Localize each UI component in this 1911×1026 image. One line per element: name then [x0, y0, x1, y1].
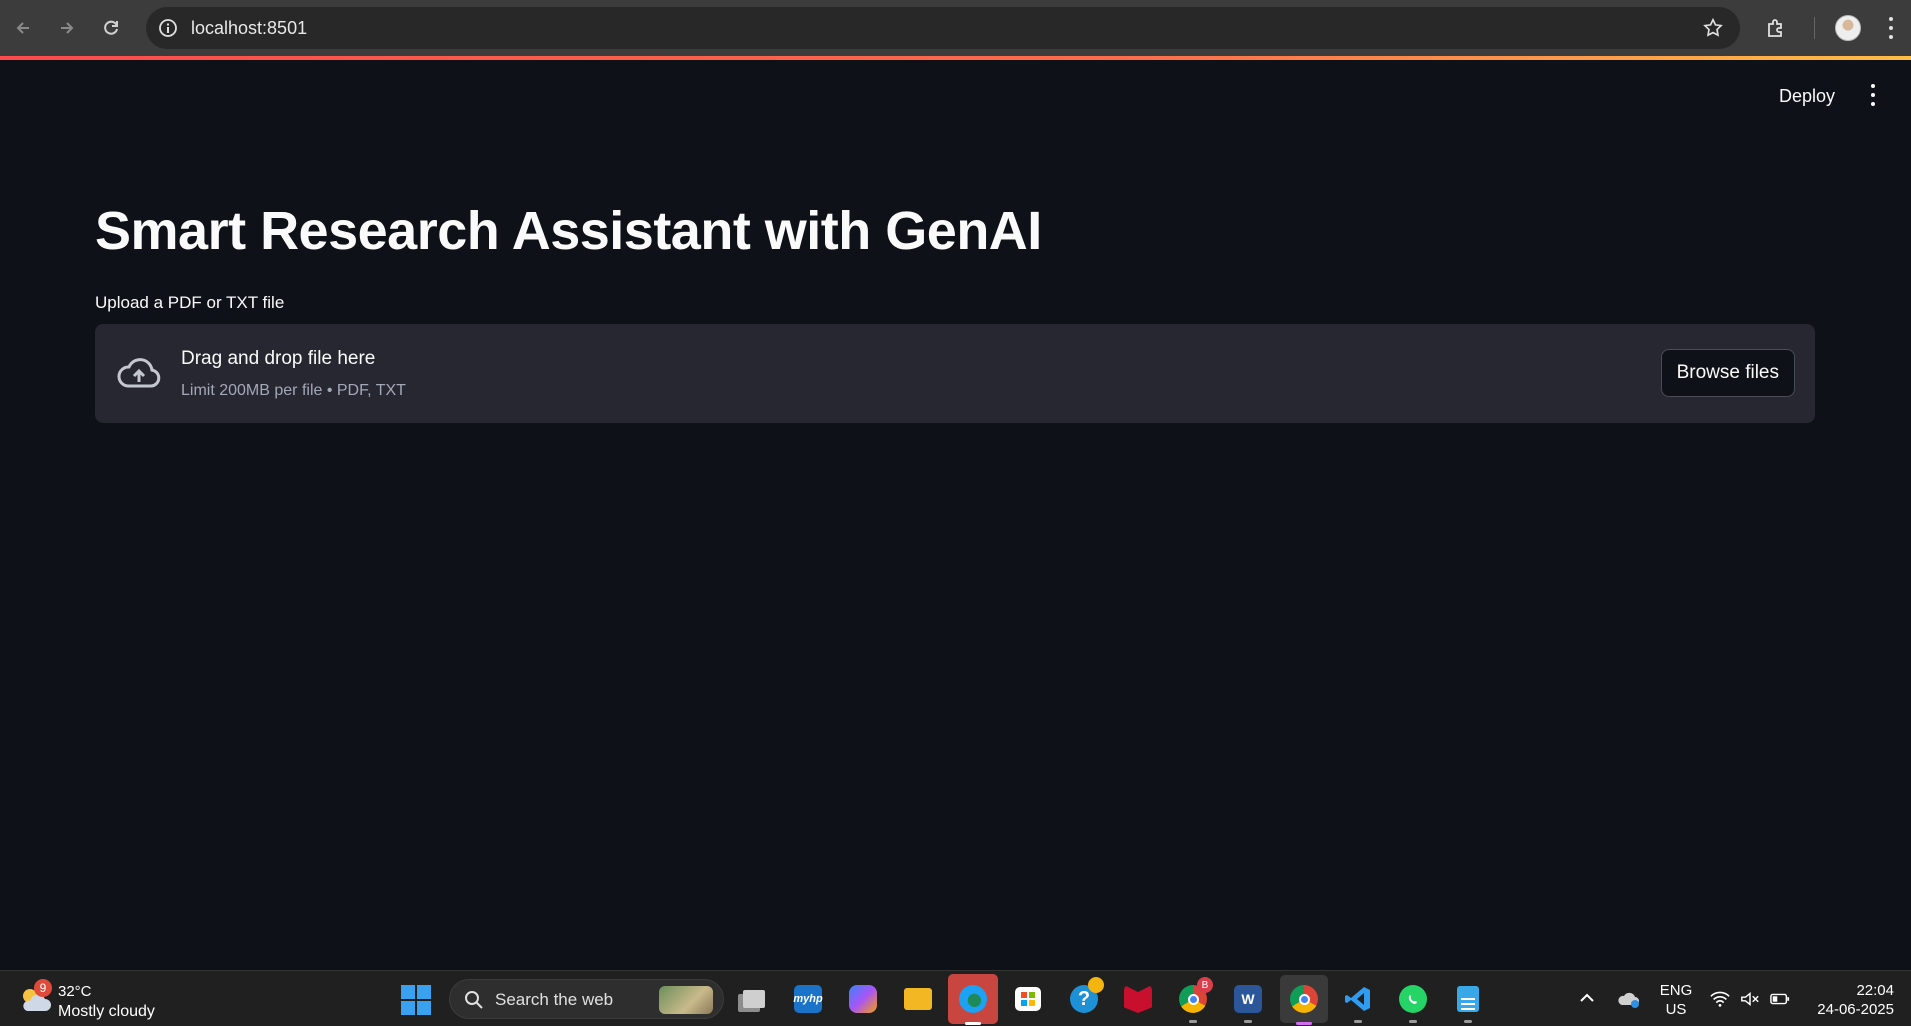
app-status-bar: [0, 56, 1911, 60]
windows-logo-icon: [401, 985, 415, 999]
copilot-icon: [849, 985, 877, 1013]
taskbar-app-copilot[interactable]: [845, 981, 881, 1017]
taskbar-app-task-view[interactable]: [736, 981, 772, 1017]
wifi-icon: [1710, 991, 1730, 1007]
taskbar-app-mcafee[interactable]: [1120, 981, 1156, 1017]
cloud-icon: [1618, 992, 1639, 1008]
search-icon: [465, 991, 483, 1009]
weather-widget[interactable]: 9 32°C Mostly cloudy: [18, 979, 218, 1021]
more-vert-icon: [1871, 84, 1875, 88]
page-title: Smart Research Assistant with GenAI: [95, 201, 1042, 261]
taskbar-app-store[interactable]: [1010, 981, 1046, 1017]
file-dropzone[interactable]: Drag and drop file here Limit 200MB per …: [95, 324, 1815, 423]
arrow-left-icon: [16, 22, 29, 34]
whatsapp-icon: [1399, 985, 1427, 1013]
taskbar-app-file-explorer[interactable]: [900, 981, 936, 1017]
onedrive-tray-icon[interactable]: [1616, 989, 1640, 1009]
chevron-up-icon: [1580, 993, 1594, 1002]
bookmark-star-icon[interactable]: [1702, 17, 1724, 39]
cloud-upload-icon: [117, 358, 161, 388]
forward-button[interactable]: [52, 13, 82, 43]
taskbar-app-chrome-profile[interactable]: B: [1175, 977, 1213, 1023]
taskbar: 9 32°C Mostly cloudy Search the web myhp: [0, 970, 1911, 1026]
site-info-icon[interactable]: [157, 17, 179, 39]
myhp-icon: myhp: [793, 985, 823, 1013]
windows-logo-pane: [401, 1001, 415, 1015]
weather-alert-badge: 9: [34, 979, 52, 997]
arrow-right-icon: [61, 22, 74, 34]
back-button[interactable]: [8, 13, 38, 43]
reload-icon: [104, 20, 118, 35]
extensions-button[interactable]: [1758, 10, 1794, 46]
search-highlight-image: [659, 986, 713, 1014]
profile-badge: B: [1197, 977, 1213, 993]
start-button[interactable]: [401, 985, 431, 1015]
uploader-label: Upload a PDF or TXT file: [95, 293, 285, 312]
running-indicator: [1354, 1020, 1362, 1023]
word-icon: W: [1234, 985, 1262, 1013]
chrome-icon: [1290, 985, 1318, 1013]
active-indicator: [1296, 1022, 1312, 1025]
language-indicator[interactable]: ENG US: [1658, 981, 1694, 1019]
weather-condition: Mostly cloudy: [58, 1003, 155, 1020]
browse-files-button[interactable]: Browse files: [1660, 349, 1795, 397]
speaker-muted-icon: [1741, 992, 1759, 1006]
taskbar-app-vscode[interactable]: [1340, 981, 1376, 1023]
dropzone-limit-text: Limit 200MB per file • PDF, TXT: [181, 382, 406, 399]
profile-avatar[interactable]: [1835, 15, 1861, 41]
more-vert-dot: [1871, 102, 1875, 106]
taskbar-app-whatsapp[interactable]: [1395, 981, 1431, 1023]
vscode-icon: [1344, 985, 1372, 1013]
toolbar-divider: [1814, 17, 1815, 39]
taskbar-app-chrome[interactable]: [1280, 975, 1328, 1025]
windows-logo-pane: [417, 1001, 431, 1015]
reload-button[interactable]: [96, 13, 126, 43]
store-icon: [1015, 987, 1041, 1011]
language-code: ENG: [1659, 982, 1693, 999]
folder-icon: [904, 988, 932, 1010]
running-indicator: [1464, 1020, 1472, 1023]
more-vert-dot: [1871, 93, 1875, 97]
taskbar-app-myhp[interactable]: myhp: [790, 981, 826, 1017]
running-indicator: [965, 1022, 981, 1025]
chrome-menu-button[interactable]: [1881, 14, 1901, 42]
taskbar-app-word[interactable]: W: [1230, 981, 1266, 1023]
keyboard-region: US: [1665, 1001, 1687, 1018]
system-clock[interactable]: 22:04 24-06-2025: [1808, 981, 1894, 1019]
mcafee-icon: [1124, 985, 1152, 1013]
address-bar[interactable]: localhost:8501: [146, 7, 1740, 49]
taskbar-app-help[interactable]: ?: [1066, 977, 1104, 1017]
clock-time: 22:04: [1856, 982, 1894, 999]
task-view-icon: [740, 985, 768, 1013]
taskbar-search[interactable]: Search the web: [449, 979, 724, 1019]
more-vert-dot: [1889, 25, 1893, 30]
main-menu-button[interactable]: [1867, 84, 1879, 106]
weather-temperature: 32°C: [58, 983, 92, 1000]
show-hidden-icons-button[interactable]: [1578, 989, 1596, 1007]
running-indicator: [1244, 1020, 1252, 1023]
battery-icon: [1770, 993, 1790, 1005]
running-indicator: [1189, 1020, 1197, 1023]
running-indicator: [1409, 1020, 1417, 1023]
windows-logo-pane: [417, 985, 431, 999]
edge-icon: [959, 985, 987, 1013]
notepad-icon: [1457, 986, 1479, 1012]
quick-settings-button[interactable]: [1710, 985, 1800, 1013]
browser-toolbar: localhost:8501: [0, 0, 1911, 56]
more-vert-dot: [1889, 35, 1893, 40]
clock-date: 24-06-2025: [1817, 1001, 1894, 1018]
url-text: localhost:8501: [191, 17, 308, 38]
taskbar-app-notepad[interactable]: [1450, 981, 1486, 1023]
puzzle-icon: [1768, 19, 1782, 37]
more-vert-icon: [1889, 16, 1893, 21]
search-placeholder: Search the web: [495, 990, 614, 1009]
deploy-button[interactable]: Deploy: [1771, 82, 1843, 111]
dropzone-instructions: Drag and drop file here: [181, 348, 376, 369]
taskbar-app-edge[interactable]: [948, 974, 998, 1025]
notification-badge: [1088, 977, 1104, 993]
